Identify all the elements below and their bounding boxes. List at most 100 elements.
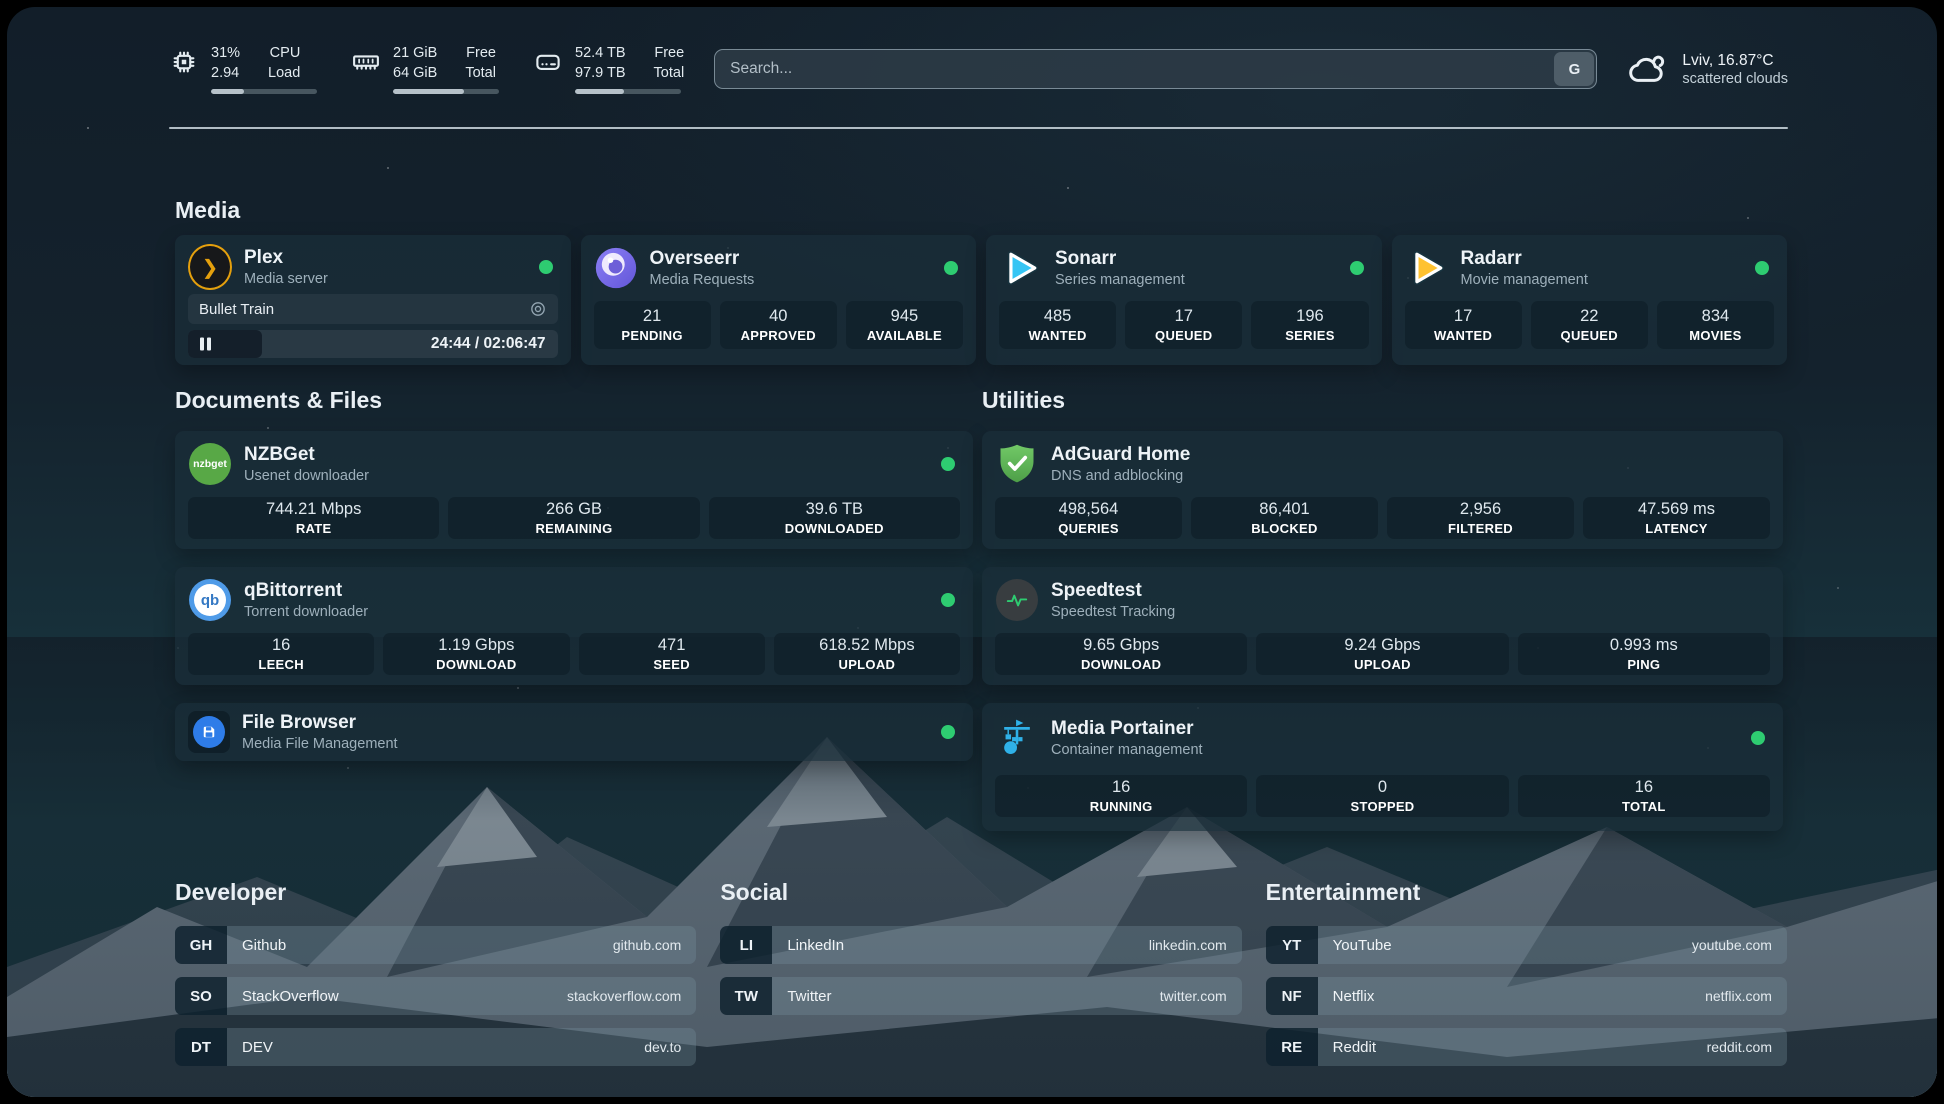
card-subtitle: DNS and adblocking bbox=[1051, 468, 1190, 484]
card-filebrowser[interactable]: File Browser Media File Management bbox=[175, 703, 973, 761]
bookmark-abbr: NF bbox=[1266, 977, 1318, 1015]
status-dot-online bbox=[944, 261, 958, 275]
status-dot-online bbox=[1751, 731, 1765, 745]
screenshot-frame: 31% 2.94 CPU Load bbox=[0, 0, 1944, 1104]
stat-stopped: 0STOPPED bbox=[1256, 775, 1508, 817]
bookmark-columns: Developer GH Github github.com SO StackO… bbox=[175, 879, 1787, 1079]
stat-blocked: 86,401BLOCKED bbox=[1191, 497, 1378, 539]
status-dot-online bbox=[941, 593, 955, 607]
bookmark-reddit[interactable]: RE Reddit reddit.com bbox=[1266, 1028, 1787, 1066]
bookmark-name: Github bbox=[242, 937, 286, 954]
bookmark-url: stackoverflow.com bbox=[567, 988, 681, 1004]
now-playing-row: Bullet Train bbox=[188, 294, 558, 324]
bookmark-url: dev.to bbox=[644, 1039, 681, 1055]
bookmark-url: reddit.com bbox=[1707, 1039, 1772, 1055]
section-title-entertainment: Entertainment bbox=[1266, 879, 1787, 906]
playback-progress-bar: 24:44 / 02:06:47 bbox=[188, 330, 558, 358]
card-subtitle: Speedtest Tracking bbox=[1051, 604, 1175, 620]
stat-wanted: 485WANTED bbox=[999, 301, 1116, 349]
card-title: Overseerr bbox=[650, 248, 755, 269]
stat-download: 9.65 GbpsDOWNLOAD bbox=[995, 633, 1247, 675]
cpu-load-value: 2.94 bbox=[211, 64, 240, 83]
card-nzbget[interactable]: nzbget NZBGet Usenet downloader 744.21 M… bbox=[175, 431, 973, 549]
stat-series: 196SERIES bbox=[1251, 301, 1368, 349]
search-engine-button[interactable]: G bbox=[1554, 52, 1594, 86]
cpu-chip-icon bbox=[169, 47, 199, 77]
bookmark-dev[interactable]: DT DEV dev.to bbox=[175, 1028, 696, 1066]
stat-queued: 22QUEUED bbox=[1531, 301, 1648, 349]
bookmark-stackoverflow[interactable]: SO StackOverflow stackoverflow.com bbox=[175, 977, 696, 1015]
stat-queries: 498,564QUERIES bbox=[995, 497, 1182, 539]
memory-total-label: Total bbox=[465, 64, 496, 83]
bookmark-netflix[interactable]: NF Netflix netflix.com bbox=[1266, 977, 1787, 1015]
bookmark-youtube[interactable]: YT YouTube youtube.com bbox=[1266, 926, 1787, 964]
disk-free-value: 52.4 TB bbox=[575, 44, 626, 63]
bookmark-linkedin[interactable]: LI LinkedIn linkedin.com bbox=[720, 926, 1241, 964]
disk-progress-bar bbox=[575, 89, 681, 94]
section-title-developer: Developer bbox=[175, 879, 696, 906]
bookmark-abbr: TW bbox=[720, 977, 772, 1015]
bookmark-abbr: DT bbox=[175, 1028, 227, 1066]
bookmark-group-entertainment: Entertainment YT YouTube youtube.com NF … bbox=[1266, 879, 1787, 1079]
card-title: Plex bbox=[244, 247, 328, 268]
section-title-media: Media bbox=[175, 197, 240, 224]
stat-filtered: 2,956FILTERED bbox=[1387, 497, 1574, 539]
card-subtitle: Media File Management bbox=[242, 736, 398, 752]
stat-seed: 471SEED bbox=[579, 633, 765, 675]
header-divider bbox=[169, 127, 1788, 129]
card-title: AdGuard Home bbox=[1051, 444, 1190, 465]
card-title: Speedtest bbox=[1051, 580, 1175, 601]
pause-icon bbox=[200, 338, 211, 351]
section-title-utilities: Utilities bbox=[982, 387, 1065, 414]
card-speedtest[interactable]: Speedtest Speedtest Tracking 9.65 GbpsDO… bbox=[982, 567, 1783, 685]
bookmark-group-social: Social LI LinkedIn linkedin.com TW Twitt… bbox=[720, 879, 1241, 1079]
bookmark-name: Netflix bbox=[1333, 988, 1375, 1005]
stat-running: 16RUNNING bbox=[995, 775, 1247, 817]
card-title: qBittorrent bbox=[244, 580, 368, 601]
section-title-social: Social bbox=[720, 879, 1241, 906]
status-dot-online bbox=[941, 725, 955, 739]
bookmark-url: github.com bbox=[613, 937, 681, 953]
card-plex[interactable]: ❯ Plex Media server Bullet Train 24:44 /… bbox=[175, 235, 571, 365]
bookmark-url: twitter.com bbox=[1160, 988, 1227, 1004]
disk-total-label: Total bbox=[654, 64, 685, 83]
stat-downloaded: 39.6 TBDOWNLOADED bbox=[709, 497, 960, 539]
card-sonarr[interactable]: Sonarr Series management 485WANTED 17QUE… bbox=[986, 235, 1382, 365]
bookmark-twitter[interactable]: TW Twitter twitter.com bbox=[720, 977, 1241, 1015]
cpu-progress-bar bbox=[211, 89, 317, 94]
search-input[interactable] bbox=[714, 49, 1597, 89]
card-title: NZBGet bbox=[244, 444, 369, 465]
stat-total: 16TOTAL bbox=[1518, 775, 1770, 817]
bookmark-github[interactable]: GH Github github.com bbox=[175, 926, 696, 964]
hard-drive-icon bbox=[533, 47, 563, 77]
stat-ping: 0.993 msPING bbox=[1518, 633, 1770, 675]
bookmark-url: netflix.com bbox=[1705, 988, 1772, 1004]
cpu-progress-fill bbox=[211, 89, 244, 94]
weather-widget[interactable]: Lviv, 16.87°C scattered clouds bbox=[1627, 48, 1788, 90]
snow-specks bbox=[87, 127, 89, 129]
card-portainer[interactable]: Media Portainer Container management 16R… bbox=[982, 703, 1783, 831]
card-overseerr[interactable]: Overseerr Media Requests 21PENDING 40APP… bbox=[581, 235, 977, 365]
filebrowser-icon bbox=[188, 711, 230, 753]
bookmark-name: LinkedIn bbox=[787, 937, 844, 954]
stat-upload: 618.52 MbpsUPLOAD bbox=[774, 633, 960, 675]
bookmark-abbr: GH bbox=[175, 926, 227, 964]
memory-progress-bar bbox=[393, 89, 499, 94]
card-radarr[interactable]: Radarr Movie management 17WANTED 22QUEUE… bbox=[1392, 235, 1788, 365]
bookmark-abbr: YT bbox=[1266, 926, 1318, 964]
stat-leech: 16LEECH bbox=[188, 633, 374, 675]
cpu-label: CPU bbox=[268, 44, 300, 63]
stat-upload: 9.24 GbpsUPLOAD bbox=[1256, 633, 1508, 675]
card-adguard[interactable]: AdGuard Home DNS and adblocking 498,564Q… bbox=[982, 431, 1783, 549]
bookmark-group-developer: Developer GH Github github.com SO StackO… bbox=[175, 879, 696, 1079]
playback-time: 24:44 / 02:06:47 bbox=[431, 335, 546, 353]
stat-movies: 834MOVIES bbox=[1657, 301, 1774, 349]
disk-widget: 52.4 TB 97.9 TB Free Total bbox=[533, 44, 684, 93]
bookmark-name: DEV bbox=[242, 1039, 273, 1056]
plex-icon: ❯ bbox=[188, 245, 232, 289]
bookmark-url: linkedin.com bbox=[1149, 937, 1227, 953]
portainer-icon bbox=[995, 716, 1039, 760]
card-qbittorrent[interactable]: qb qBittorrent Torrent downloader 16LEEC… bbox=[175, 567, 973, 685]
stat-available: 945AVAILABLE bbox=[846, 301, 963, 349]
qbittorrent-icon: qb bbox=[188, 578, 232, 622]
